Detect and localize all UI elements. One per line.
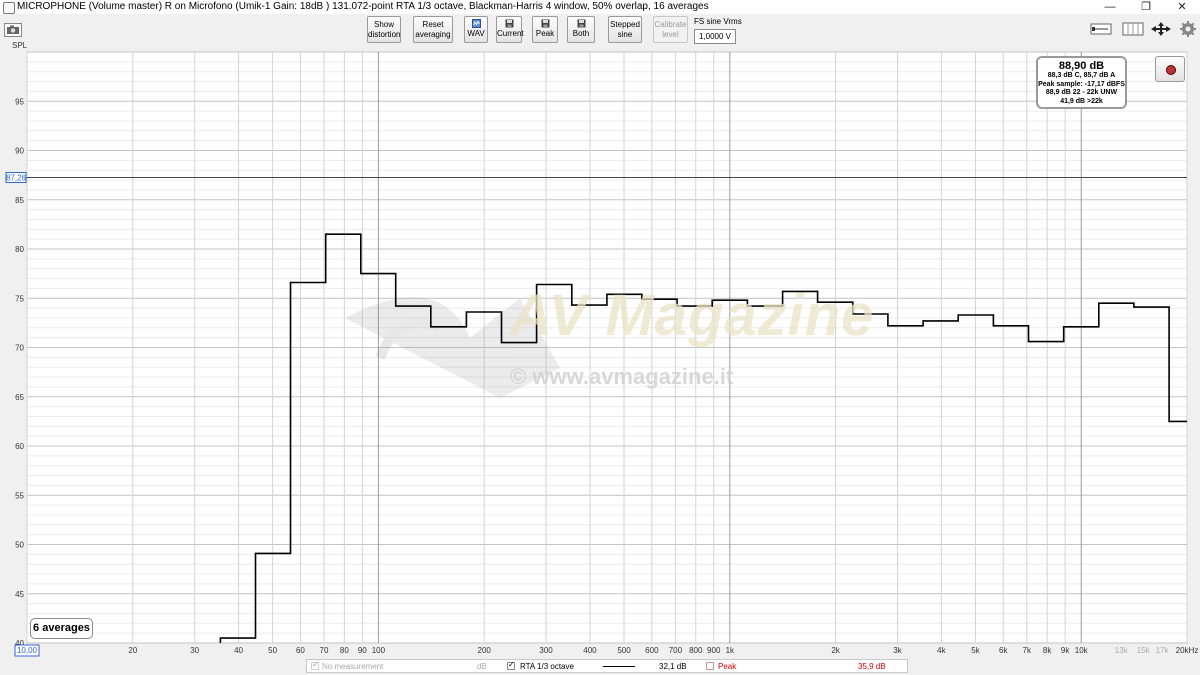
x-tick-label: 7k bbox=[1023, 646, 1032, 655]
y-tick-label: 95 bbox=[15, 97, 24, 106]
x-tick-label: 3k bbox=[893, 646, 902, 655]
legend-rta-swatch bbox=[603, 666, 635, 667]
minimize-button[interactable]: — bbox=[1092, 0, 1128, 14]
x-tick-label: 400 bbox=[583, 646, 597, 655]
x-tick-label: 2k bbox=[831, 646, 840, 655]
x-tick-label: 17k bbox=[1156, 646, 1170, 655]
y-tick-label: 55 bbox=[15, 491, 24, 500]
x-tick-label: 70 bbox=[320, 646, 329, 655]
legend-peak-label: Peak bbox=[718, 662, 737, 671]
x-tick-label: 80 bbox=[340, 646, 349, 655]
x-tick-label: 20 bbox=[128, 646, 137, 655]
gear-icon[interactable] bbox=[1180, 21, 1196, 37]
spl-readout[interactable]: 88,90 dB 88,3 dB C, 85,7 dB A Peak sampl… bbox=[1036, 56, 1127, 109]
averages-badge: 6 averages bbox=[30, 618, 93, 639]
x-tick-label: 800 bbox=[689, 646, 703, 655]
x-tick-label: 900 bbox=[707, 646, 721, 655]
current-label: Current bbox=[497, 29, 524, 38]
x-tick-label: 300 bbox=[539, 646, 553, 655]
y-tick-label: 45 bbox=[15, 590, 24, 599]
x-tick-label: 50 bbox=[268, 646, 277, 655]
x-tick-label: 700 bbox=[669, 646, 683, 655]
no-measurement-checkbox bbox=[311, 660, 319, 670]
x-tick-label: 4k bbox=[937, 646, 946, 655]
x-tick-label: 8k bbox=[1043, 646, 1052, 655]
legend-no-measurement-unit: dB bbox=[477, 662, 487, 671]
spl-readout-weighted: 88,3 dB C, 85,7 dB A bbox=[1047, 72, 1116, 79]
spl-readout-above22k: 41,9 dB >22k bbox=[1060, 97, 1103, 105]
y-tick-label: 80 bbox=[15, 245, 24, 254]
cursor-label: 87,26 bbox=[6, 173, 27, 182]
peak-label: Peak bbox=[535, 29, 555, 38]
spl-readout-unweighted: 88,9 dB 22 - 22k UNW bbox=[1045, 89, 1118, 96]
y-tick-label: 60 bbox=[15, 442, 24, 451]
peak-checkbox[interactable] bbox=[706, 662, 714, 670]
x-tick-label: 10k bbox=[1075, 646, 1089, 655]
title-bar: MICROPHONE (Volume master) R on Microfon… bbox=[0, 0, 1200, 14]
both-label: Both bbox=[572, 29, 590, 38]
close-button[interactable]: ✕ bbox=[1164, 0, 1200, 14]
x-tick-label: 15k bbox=[1137, 646, 1151, 655]
app-icon bbox=[3, 2, 15, 14]
save-icon bbox=[505, 19, 513, 28]
x-tick-label: 30 bbox=[190, 646, 199, 655]
fit-width-icon[interactable] bbox=[1090, 22, 1112, 36]
x-tick-label: 40 bbox=[234, 646, 243, 655]
spl-readout-peak: Peak sample: -17,17 dBFS bbox=[1038, 80, 1125, 88]
spl-chart[interactable]: 404550556065707580859095SPL20 30 40 50 60 70 8… bbox=[0, 38, 1200, 658]
legend-no-measurement: No measurement bbox=[322, 662, 384, 671]
x-tick-label: 9k bbox=[1061, 646, 1070, 655]
wav-icon bbox=[471, 19, 481, 28]
legend-rta-label: RTA 1/3 octave bbox=[520, 662, 574, 671]
x-tick-label: 13k bbox=[1115, 646, 1129, 655]
wav-label: WAV bbox=[467, 29, 485, 38]
x-tick-label: 500 bbox=[617, 646, 631, 655]
x-tick-label: 100 bbox=[372, 646, 386, 655]
y-tick-label: 65 bbox=[15, 393, 24, 402]
legend-rta-value: 32,1 dB bbox=[659, 662, 687, 671]
spl-readout-main: 88,90 dB bbox=[1058, 60, 1105, 72]
y-tick-label: 50 bbox=[15, 541, 24, 550]
rta-checkbox[interactable] bbox=[507, 660, 515, 670]
record-icon bbox=[1166, 65, 1176, 75]
columns-icon[interactable] bbox=[1122, 22, 1144, 36]
y-axis-label: SPL bbox=[12, 41, 28, 50]
legend-bar: No measurement dB RTA 1/3 octave 32,1 dB… bbox=[306, 659, 908, 673]
x-tick-label: 1k bbox=[726, 646, 735, 655]
move-icon[interactable] bbox=[1150, 21, 1172, 37]
x-tick-label: 200 bbox=[478, 646, 492, 655]
window-title: MICROPHONE (Volume master) R on Microfon… bbox=[17, 1, 709, 12]
x-min-label: 10,00 bbox=[17, 646, 38, 655]
x-tick-label: 6k bbox=[999, 646, 1008, 655]
fs-sine-label: FS sine Vrms bbox=[694, 17, 742, 26]
x-tick-label: 90 bbox=[358, 646, 367, 655]
record-button[interactable] bbox=[1155, 56, 1185, 82]
y-tick-label: 75 bbox=[15, 294, 24, 303]
x-tick-label: 5k bbox=[971, 646, 980, 655]
x-tick-label: 20kHz bbox=[1176, 646, 1199, 655]
x-tick-label: 60 bbox=[296, 646, 305, 655]
y-tick-label: 70 bbox=[15, 344, 24, 353]
legend-peak-value: 35,9 dB bbox=[858, 662, 886, 671]
y-tick-label: 90 bbox=[15, 147, 24, 156]
camera-icon[interactable] bbox=[4, 23, 22, 37]
x-tick-label: 600 bbox=[645, 646, 659, 655]
restore-button[interactable]: ❐ bbox=[1128, 0, 1164, 14]
y-tick-label: 85 bbox=[15, 196, 24, 205]
save-icon bbox=[541, 19, 549, 28]
save-icon bbox=[577, 19, 585, 28]
